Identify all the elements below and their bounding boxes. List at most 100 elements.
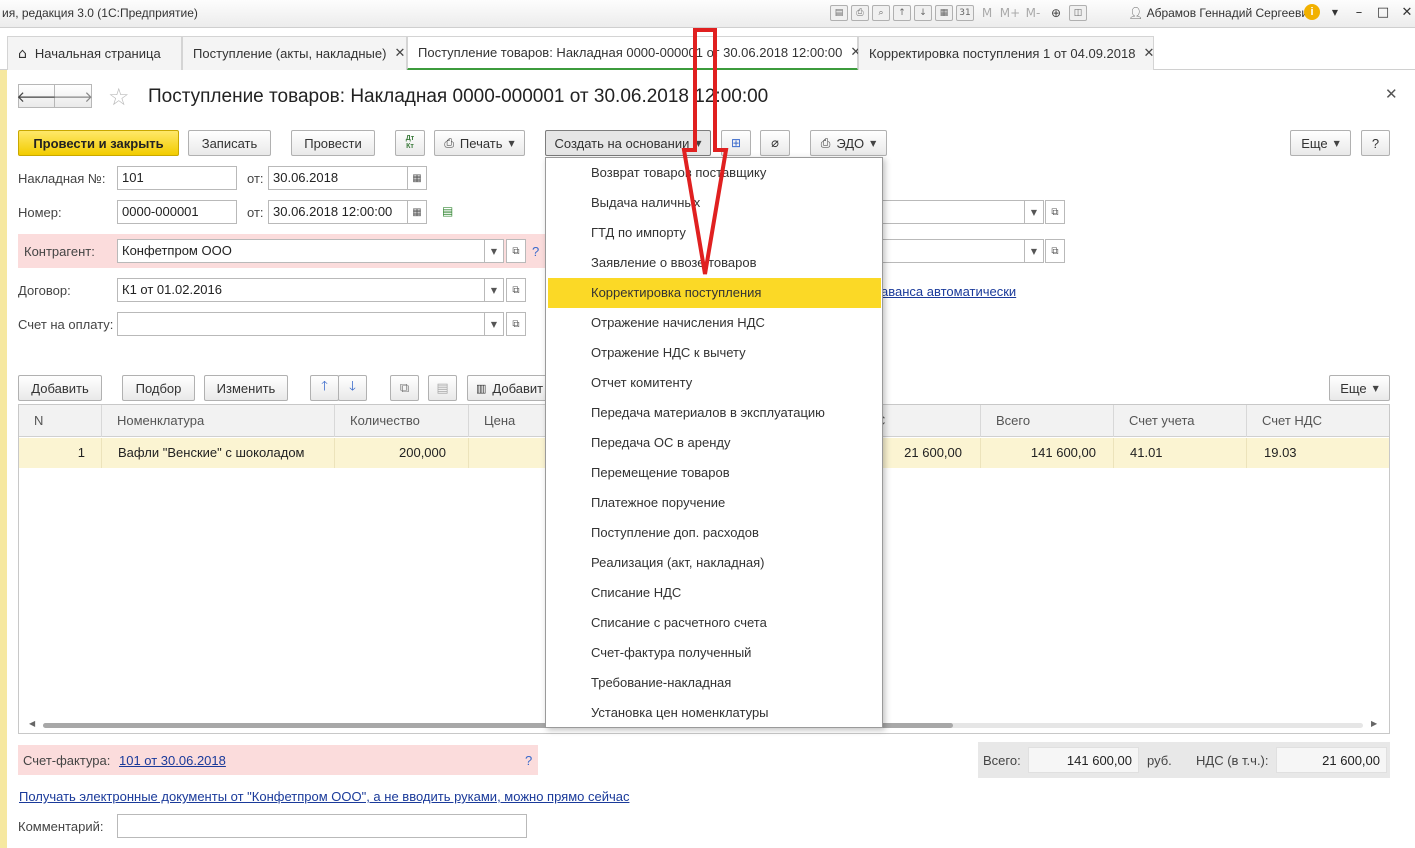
chevron-down-icon[interactable]: ▼ <box>484 312 504 336</box>
scroll-left-icon[interactable]: ◀ <box>29 719 35 728</box>
info-icon[interactable]: i <box>1304 4 1320 20</box>
open-icon[interactable]: ⧉ <box>506 312 526 336</box>
tab-receipts-list[interactable]: Поступление (акты, накладные) ✕ <box>182 36 407 70</box>
table-more-button[interactable]: Еще ▼ <box>1329 375 1390 401</box>
copy-button[interactable]: ⧉ <box>390 375 419 401</box>
menu-item-payment-order[interactable]: Платежное поручение <box>548 488 881 518</box>
add-row-button[interactable]: Добавить <box>18 375 102 401</box>
advance-offset-link[interactable]: аванса автоматически <box>881 284 1016 299</box>
menu-item-vat-deduction[interactable]: Отражение НДС к вычету <box>548 338 881 368</box>
tab-home[interactable]: ⌂ Начальная страница <box>7 36 182 70</box>
payment-account-field[interactable] <box>117 312 485 336</box>
menu-item-invoice-received[interactable]: Счет-фактура полученный <box>548 638 881 668</box>
menu-item-extra-costs[interactable]: Поступление доп. расходов <box>548 518 881 548</box>
dt-kt-button[interactable]: Дт Кт <box>395 130 425 156</box>
add-barcode-button[interactable]: ▥ Добавит <box>467 375 549 401</box>
invoice-number-field[interactable]: 101 <box>117 166 237 190</box>
close-form-button[interactable]: ✕ <box>1385 85 1398 103</box>
column-header[interactable]: N <box>19 405 102 437</box>
back-button[interactable]: 🡐 <box>16 84 57 108</box>
current-user[interactable]: 👤︎ Абрамов Геннадий Сергеевич <box>1128 6 1314 20</box>
menu-item-vat-accrual[interactable]: Отражение начисления НДС <box>548 308 881 338</box>
edo-button[interactable]: ⎙ ЭДО ▼ <box>810 130 887 156</box>
open-icon[interactable]: ⧉ <box>506 278 526 302</box>
paste-button[interactable]: ▤ <box>428 375 457 401</box>
pick-button[interactable]: Подбор <box>122 375 195 401</box>
move-up-button[interactable]: 🡑 <box>310 375 339 401</box>
column-header[interactable]: Всего <box>981 405 1114 437</box>
menu-item-asset-lease[interactable]: Передача ОС в аренду <box>548 428 881 458</box>
column-header[interactable]: Количество <box>335 405 469 437</box>
chevron-down-icon[interactable]: ▼ <box>1024 239 1044 263</box>
menu-item-receipt-correction[interactable]: Корректировка поступления <box>548 278 881 308</box>
menu-item-sales[interactable]: Реализация (акт, накладная) <box>548 548 881 578</box>
invoice-help-icon[interactable]: ? <box>525 753 532 768</box>
menu-item-vat-writeoff[interactable]: Списание НДС <box>548 578 881 608</box>
save-icon[interactable]: ▤ <box>830 5 848 21</box>
scroll-right-icon[interactable]: ▶ <box>1371 719 1377 728</box>
favorite-star-icon[interactable]: ☆ <box>108 83 130 111</box>
menu-item-materials-transfer[interactable]: Передача материалов в эксплуатацию <box>548 398 881 428</box>
number-date-field[interactable]: 30.06.2018 12:00:00 <box>268 200 408 224</box>
print-button[interactable]: ⎙ Печать ▼ <box>434 130 525 156</box>
maximize-button[interactable]: □ <box>1374 5 1392 20</box>
menu-item-goods-transfer[interactable]: Перемещение товаров <box>548 458 881 488</box>
download-icon[interactable]: ↓ <box>914 5 932 21</box>
memory-button[interactable]: M <box>977 5 997 21</box>
attach-button[interactable]: ⌀ <box>760 130 790 156</box>
chevron-down-icon[interactable]: ▼ <box>484 278 504 302</box>
help-button[interactable]: ? <box>1361 130 1390 156</box>
chevron-down-icon[interactable]: ▼ <box>1326 8 1344 17</box>
edo-invite-link[interactable]: Получать электронные документы от "Конфе… <box>19 789 629 804</box>
edit-number-icon[interactable]: ▤ <box>442 204 453 218</box>
column-header[interactable]: Счет учета <box>1114 405 1247 437</box>
move-down-button[interactable]: 🡓 <box>338 375 367 401</box>
column-header[interactable]: Счет НДС <box>1247 405 1389 437</box>
zoom-icon[interactable]: ⊕ <box>1046 5 1066 21</box>
save-button[interactable]: Записать <box>188 130 271 156</box>
menu-item-requisition[interactable]: Требование-накладная <box>548 668 881 698</box>
tab-receipt-correction[interactable]: Корректировка поступления 1 от 04.09.201… <box>858 36 1154 70</box>
calendar-icon[interactable]: 31 <box>956 5 974 21</box>
panel-icon[interactable]: ◫ <box>1069 5 1087 21</box>
counterparty-field[interactable]: Конфетпром ООО <box>117 239 485 263</box>
menu-item-account-writeoff[interactable]: Списание с расчетного счета <box>548 608 881 638</box>
forward-button[interactable]: 🡒 <box>53 84 93 108</box>
upload-icon[interactable]: ↑ <box>893 5 911 21</box>
preview-icon[interactable]: ⌕ <box>872 5 890 21</box>
comment-field[interactable] <box>117 814 527 838</box>
chevron-down-icon[interactable]: ▼ <box>1024 200 1044 224</box>
memory-minus-button[interactable]: M- <box>1023 5 1043 21</box>
structure-button[interactable]: ⊞ <box>721 130 751 156</box>
create-based-on-button[interactable]: Создать на основании ▼ <box>545 130 711 156</box>
post-button[interactable]: Провести <box>291 130 375 156</box>
minimize-button[interactable]: – <box>1350 5 1368 20</box>
calendar-icon[interactable]: ▦ <box>407 200 427 224</box>
menu-item-principal-report[interactable]: Отчет комитенту <box>548 368 881 398</box>
menu-item-customs-declaration[interactable]: ГТД по импорту <box>548 218 881 248</box>
menu-item-price-setting[interactable]: Установка цен номенклатуры <box>548 698 881 728</box>
open-icon[interactable]: ⧉ <box>1045 200 1065 224</box>
chevron-down-icon[interactable]: ▼ <box>484 239 504 263</box>
tab-receipt-document[interactable]: Поступление товаров: Накладная 0000-0000… <box>407 36 861 70</box>
print-icon[interactable]: ⎙ <box>851 5 869 21</box>
contract-field[interactable]: К1 от 01.02.2016 <box>117 278 485 302</box>
open-icon[interactable]: ⧉ <box>1045 239 1065 263</box>
open-icon[interactable]: ⧉ <box>506 239 526 263</box>
calendar-icon[interactable]: ▦ <box>407 166 427 190</box>
memory-plus-button[interactable]: M+ <box>1000 5 1020 21</box>
counterparty-help-icon[interactable]: ? <box>532 244 539 259</box>
change-button[interactable]: Изменить <box>204 375 288 401</box>
menu-item-supplier-return[interactable]: Возврат товаров поставщику <box>548 158 881 188</box>
more-button[interactable]: Еще ▼ <box>1290 130 1351 156</box>
close-window-button[interactable]: ✕ <box>1398 5 1415 20</box>
menu-item-cash-issue[interactable]: Выдача наличных <box>548 188 881 218</box>
column-header[interactable]: Номенклатура <box>102 405 335 437</box>
post-and-close-button[interactable]: Провести и закрыть <box>18 130 179 156</box>
invoice-date-field[interactable]: 30.06.2018 <box>268 166 408 190</box>
invoice-link[interactable]: 101 от 30.06.2018 <box>119 753 226 768</box>
close-icon[interactable]: ✕ <box>394 46 405 61</box>
number-field[interactable]: 0000-000001 <box>117 200 237 224</box>
close-icon[interactable]: ✕ <box>1143 46 1154 61</box>
calculator-icon[interactable]: ▦ <box>935 5 953 21</box>
